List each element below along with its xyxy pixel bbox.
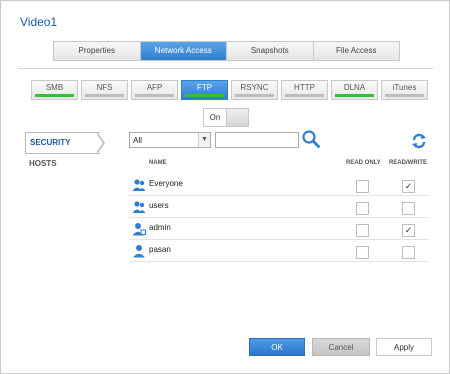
sidebar-item-security[interactable]: SECURITY — [25, 132, 100, 154]
read-write-checkbox[interactable]: ✓ — [402, 224, 415, 237]
protocol-itunes[interactable]: iTunes — [381, 80, 428, 100]
search-icon[interactable] — [301, 129, 321, 149]
read-only-checkbox[interactable] — [356, 246, 369, 259]
search-input[interactable] — [215, 132, 299, 148]
protocol-smb[interactable]: SMB — [31, 80, 78, 100]
status-bar — [35, 94, 74, 97]
status-bar — [335, 94, 374, 97]
protocol-nfs[interactable]: NFS — [81, 80, 128, 100]
protocol-label: NFS — [96, 83, 113, 92]
protocol-label: SMB — [45, 83, 64, 92]
ok-button[interactable]: OK — [249, 338, 305, 356]
table-row[interactable]: admin ✓ — [129, 219, 429, 240]
protocol-afp[interactable]: AFP — [131, 80, 178, 100]
admin-user-icon — [132, 223, 146, 236]
user-name: admin — [149, 223, 171, 232]
protocol-http[interactable]: HTTP — [281, 80, 328, 100]
user-name: Everyone — [149, 179, 183, 188]
tab-snapshots[interactable]: Snapshots — [227, 42, 314, 60]
protocol-label: HTTP — [294, 83, 315, 92]
table-row[interactable]: users — [129, 197, 429, 218]
status-bar — [135, 94, 174, 97]
dialog-title: Video1 — [20, 15, 58, 29]
protocol-label: RSYNC — [240, 83, 269, 92]
toggle-knob[interactable] — [227, 109, 248, 126]
tab-properties[interactable]: Properties — [54, 42, 141, 60]
protocol-rsync[interactable]: RSYNC — [231, 80, 278, 100]
chevron-down-icon[interactable]: ▼ — [198, 133, 210, 147]
cancel-button[interactable]: Cancel — [312, 338, 370, 356]
column-header-name: NAME — [149, 160, 167, 166]
tab-network-access[interactable]: Network Access — [140, 42, 227, 60]
column-header-read-write: READ/WRITE — [389, 160, 427, 166]
read-write-checkbox[interactable]: ✓ — [402, 180, 415, 193]
filter-select-value: All — [133, 136, 142, 145]
status-bar — [85, 94, 124, 97]
divider — [18, 68, 433, 69]
status-bar — [185, 94, 224, 97]
protocol-label: FTP — [196, 83, 213, 92]
refresh-icon[interactable] — [411, 133, 427, 149]
read-write-checkbox[interactable] — [402, 202, 415, 215]
status-bar — [285, 94, 324, 97]
user-name: users — [149, 201, 169, 210]
protocol-dlna[interactable]: DLNA — [331, 80, 378, 100]
user-icon — [133, 245, 145, 258]
protocol-label: DLNA — [343, 83, 366, 92]
read-only-checkbox[interactable] — [356, 202, 369, 215]
column-header-read-only: READ ONLY — [346, 160, 381, 166]
user-name: pasan — [149, 245, 171, 254]
read-only-checkbox[interactable] — [356, 224, 369, 237]
protocol-label: AFP — [146, 83, 163, 92]
protocol-label: iTunes — [392, 83, 417, 92]
protocol-bar: SMB NFS AFP FTP RSYNC HTTP DLNA iTunes — [31, 80, 431, 100]
read-only-checkbox[interactable] — [356, 180, 369, 193]
sidebar-arrow-fill — [96, 133, 103, 153]
dialog-window: Video1 Properties Network Access Snapsho… — [0, 0, 450, 374]
table-row[interactable]: pasan — [129, 241, 429, 262]
apply-button[interactable]: Apply — [376, 338, 432, 356]
read-write-checkbox[interactable] — [402, 246, 415, 259]
toggle-label: On — [204, 109, 227, 126]
ftp-toggle[interactable]: On — [203, 108, 249, 127]
tab-bar: Properties Network Access Snapshots File… — [53, 41, 400, 61]
table-row[interactable]: Everyone ✓ — [129, 175, 429, 196]
sidebar-item-hosts[interactable]: HOSTS — [29, 159, 57, 168]
status-bar — [385, 94, 424, 97]
group-icon — [132, 201, 146, 213]
tab-file-access[interactable]: File Access — [313, 42, 399, 60]
status-bar — [235, 94, 274, 97]
protocol-ftp[interactable]: FTP — [181, 80, 228, 100]
group-icon — [132, 179, 146, 191]
filter-select[interactable]: All ▼ — [129, 132, 211, 148]
